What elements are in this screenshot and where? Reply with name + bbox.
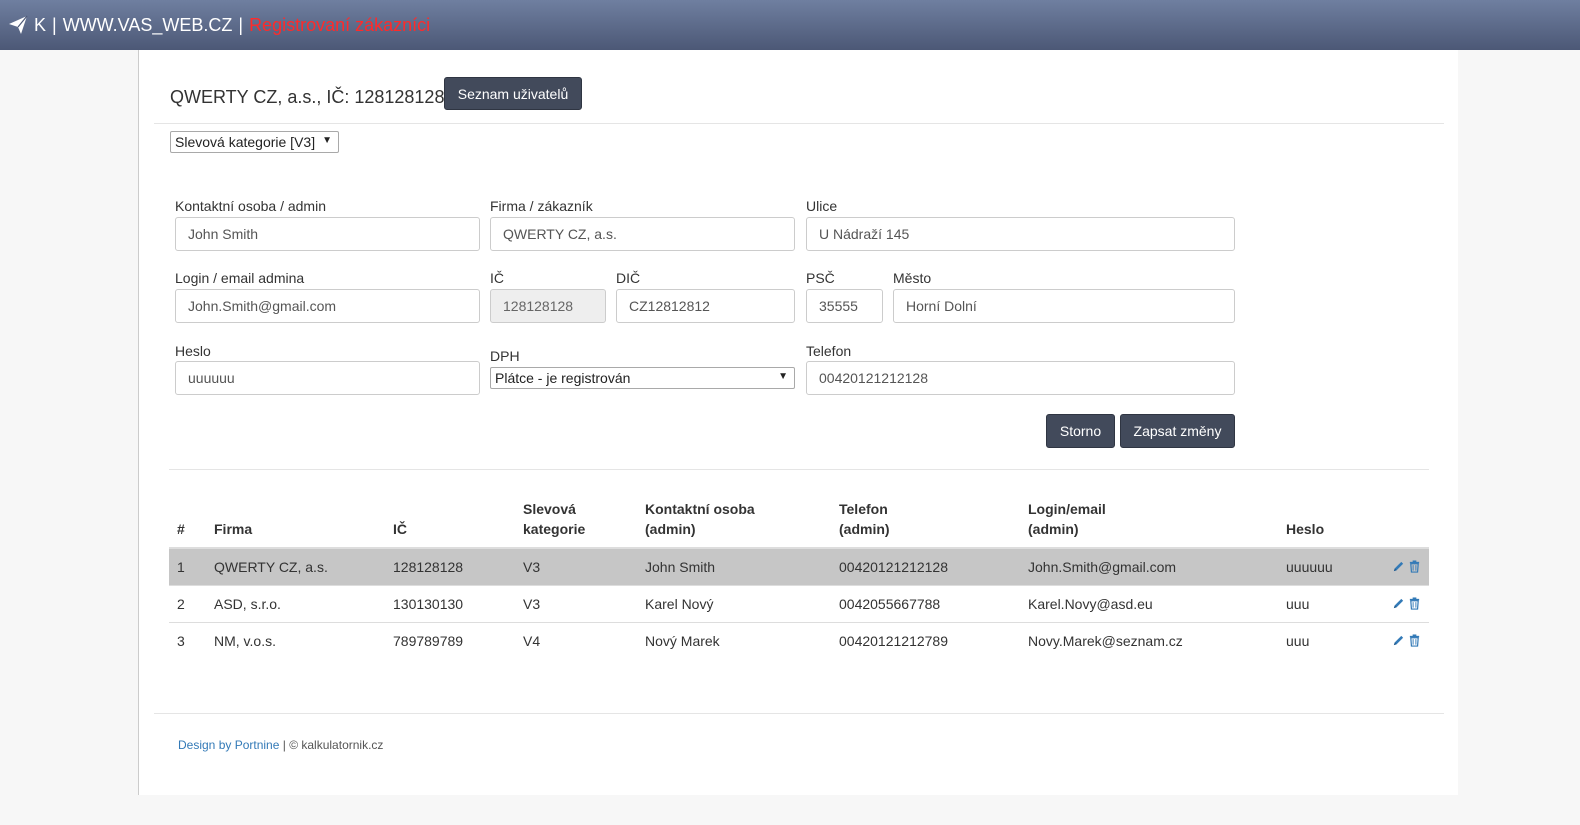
cell-discount: V3 xyxy=(515,547,637,585)
column-header-phone: Telefon (admin) xyxy=(831,490,1020,549)
cell-actions xyxy=(1376,584,1429,622)
column-header-password: Heslo xyxy=(1278,490,1376,549)
header-separator: | xyxy=(238,14,244,35)
cell-password: uuu xyxy=(1278,621,1376,659)
cell-actions xyxy=(1376,547,1429,585)
caret-down-icon: ▼ xyxy=(322,135,332,146)
password-input[interactable] xyxy=(175,361,480,395)
footer: Design by Portnine | © kalkulatornik.cz xyxy=(178,738,383,752)
contact-label: Kontaktní osoba / admin xyxy=(175,198,326,214)
section-title: Registrovaní zákazníci xyxy=(249,14,431,35)
footer-divider xyxy=(154,713,1444,714)
phone-input[interactable] xyxy=(806,361,1235,395)
caret-down-icon: ▼ xyxy=(778,371,788,382)
table-row[interactable]: 2 ASD, s.r.o. 130130130 V3 Karel Nový 00… xyxy=(169,584,1429,622)
paper-plane-icon xyxy=(9,15,28,34)
cell-password: uuuuuu xyxy=(1278,547,1376,585)
street-label: Ulice xyxy=(806,198,838,214)
table-header-row: # Firma IČ Slevová kategorie Kontaktní os… xyxy=(169,490,1429,549)
phone-label: Telefon xyxy=(806,343,852,359)
cell-num: 2 xyxy=(169,584,206,622)
cell-contact: John Smith xyxy=(637,547,831,585)
cell-firm: QWERTY CZ, a.s. xyxy=(206,547,385,585)
ic-label: IČ xyxy=(490,270,504,286)
column-header-ic: IČ xyxy=(385,490,515,549)
cell-login: John.Smith@gmail.com xyxy=(1020,547,1278,585)
column-header-discount: Slevová kategorie xyxy=(515,490,637,549)
city-label: Město xyxy=(893,270,932,286)
cell-phone: 0042055667788 xyxy=(831,584,1020,622)
column-header-login: Login/email (admin) xyxy=(1020,490,1278,549)
brand-logo[interactable]: K xyxy=(34,15,46,36)
trash-icon[interactable] xyxy=(1408,634,1421,647)
cell-password: uuu xyxy=(1278,584,1376,622)
discount-category-value: Slevová kategorie [V3] xyxy=(175,134,316,150)
site-name[interactable]: WWW.VAS_WEB.CZ xyxy=(63,15,233,36)
top-bar: K | WWW.VAS_WEB.CZ | Registrovaní zákazn… xyxy=(0,0,1580,50)
vat-label: DPH xyxy=(490,348,520,364)
city-input[interactable] xyxy=(893,289,1235,323)
customers-table: # Firma IČ Slevová kategorie Kontaktní os… xyxy=(169,490,1429,659)
cell-ic: 130130130 xyxy=(385,584,515,622)
design-credit-link[interactable]: Design by Portnine xyxy=(178,738,279,752)
login-input[interactable] xyxy=(175,289,480,323)
cell-firm: NM, v.o.s. xyxy=(206,621,385,659)
footer-separator: | xyxy=(282,738,286,752)
vat-select-value: Plátce - je registrován xyxy=(495,370,631,386)
password-label: Heslo xyxy=(175,343,211,359)
cell-contact: Nový Marek xyxy=(637,621,831,659)
cell-login: Karel.Novy@asd.eu xyxy=(1020,584,1278,622)
pencil-icon[interactable] xyxy=(1392,597,1405,610)
column-header-num: # xyxy=(169,490,206,549)
cell-firm: ASD, s.r.o. xyxy=(206,584,385,622)
company-title: QWERTY CZ, a.s., IČ: 128128128 xyxy=(170,87,445,107)
company-label: Firma / zákazník xyxy=(490,198,593,214)
column-header-contact: Kontaktní osoba (admin) xyxy=(637,490,831,549)
trash-icon[interactable] xyxy=(1408,560,1421,573)
cell-login: Novy.Marek@seznam.cz xyxy=(1020,621,1278,659)
table-row[interactable]: 3 NM, v.o.s. 789789789 V4 Nový Marek 004… xyxy=(169,621,1429,659)
psc-label: PSČ xyxy=(806,270,835,286)
cell-contact: Karel Nový xyxy=(637,584,831,622)
contact-input[interactable] xyxy=(175,217,480,251)
cell-ic: 128128128 xyxy=(385,547,515,585)
cell-discount: V4 xyxy=(515,621,637,659)
cell-phone: 00420121212128 xyxy=(831,547,1020,585)
cell-actions xyxy=(1376,621,1429,659)
table-row[interactable]: 1 QWERTY CZ, a.s. 128128128 V3 John Smit… xyxy=(169,547,1429,585)
cell-num: 1 xyxy=(169,547,206,585)
column-header-actions xyxy=(1376,490,1429,549)
dic-input[interactable] xyxy=(616,289,795,323)
users-list-button[interactable]: Seznam uživatelů xyxy=(444,77,582,110)
discount-category-select[interactable]: Slevová kategorie [V3] ▼ xyxy=(170,131,339,153)
dic-label: DIČ xyxy=(616,270,641,286)
pencil-icon[interactable] xyxy=(1392,634,1405,647)
cell-phone: 00420121212789 xyxy=(831,621,1020,659)
ic-input xyxy=(490,289,606,323)
pencil-icon[interactable] xyxy=(1392,560,1405,573)
vat-select[interactable]: Plátce - je registrován ▼ xyxy=(490,367,795,389)
cell-discount: V3 xyxy=(515,584,637,622)
save-changes-button[interactable]: Zapsat změny xyxy=(1120,414,1235,448)
company-input[interactable] xyxy=(490,217,795,251)
psc-input[interactable] xyxy=(806,289,883,323)
login-label: Login / email admina xyxy=(175,270,305,286)
trash-icon[interactable] xyxy=(1408,597,1421,610)
divider xyxy=(154,123,1444,124)
column-header-firm: Firma xyxy=(206,490,385,549)
content-panel: QWERTY CZ, a.s., IČ: 128128128 Seznam už… xyxy=(138,50,1458,795)
header-separator: | xyxy=(52,14,57,35)
divider xyxy=(169,469,1429,470)
street-input[interactable] xyxy=(806,217,1235,251)
cancel-button[interactable]: Storno xyxy=(1046,414,1115,448)
cell-ic: 789789789 xyxy=(385,621,515,659)
copyright-text: © kalkulatornik.cz xyxy=(289,738,384,752)
cell-num: 3 xyxy=(169,621,206,659)
